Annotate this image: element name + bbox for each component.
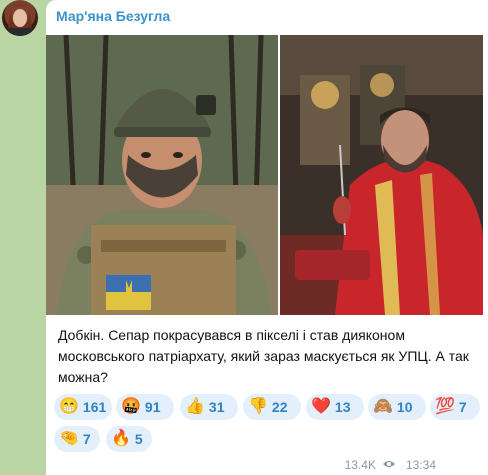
hundred-points-icon: 💯	[435, 398, 455, 415]
reaction-pinch[interactable]: 🤏 7	[54, 426, 100, 452]
eye-icon	[382, 458, 396, 472]
photo-soldier[interactable]	[46, 35, 278, 315]
message-text: Добкін. Сепар покрасувався в пікселі і с…	[58, 327, 469, 385]
reaction-count: 7	[82, 431, 91, 447]
fire-icon: 🔥	[111, 430, 131, 447]
views-count: 13.4K	[344, 458, 376, 472]
cursing-face-icon: 🤬	[121, 398, 141, 415]
reaction-count: 22	[271, 399, 288, 415]
reaction-grin[interactable]: 😁 161	[54, 394, 112, 420]
photo-deacon[interactable]	[280, 35, 483, 315]
thumbs-down-icon: 👎	[248, 398, 268, 415]
pinching-hand-icon: 🤏	[59, 430, 79, 447]
reaction-count: 91	[144, 399, 161, 415]
reaction-monkey[interactable]: 🙈 10	[368, 394, 426, 420]
reaction-heart[interactable]: ❤️ 13	[306, 394, 364, 420]
reaction-thumbs-down[interactable]: 👎 22	[243, 394, 301, 420]
reaction-cursing[interactable]: 🤬 91	[116, 394, 174, 420]
message-meta: 13.4K 13:34	[345, 458, 436, 472]
reaction-hundred[interactable]: 💯 7	[430, 394, 480, 420]
sender-name[interactable]: Мар'яна Безугла	[56, 8, 170, 24]
see-no-evil-monkey-icon: 🙈	[373, 398, 393, 415]
message-bubble[interactable]: Мар'яна Безугла Добкін. Сепар покрасував…	[46, 0, 488, 475]
reaction-fire[interactable]: 🔥 5	[106, 426, 152, 452]
reaction-thumbs-up[interactable]: 👍 31	[180, 394, 238, 420]
reaction-count: 5	[134, 431, 143, 447]
message-time: 13:34	[405, 458, 436, 472]
reaction-count: 31	[208, 399, 225, 415]
grin-face-icon: 😁	[59, 398, 79, 415]
thumbs-up-icon: 👍	[185, 398, 205, 415]
reaction-count: 161	[82, 399, 107, 415]
sender-avatar[interactable]	[2, 0, 38, 36]
reaction-count: 10	[396, 399, 413, 415]
reaction-count: 13	[334, 399, 351, 415]
red-heart-icon: ❤️	[311, 398, 331, 415]
reaction-count: 7	[458, 399, 467, 415]
